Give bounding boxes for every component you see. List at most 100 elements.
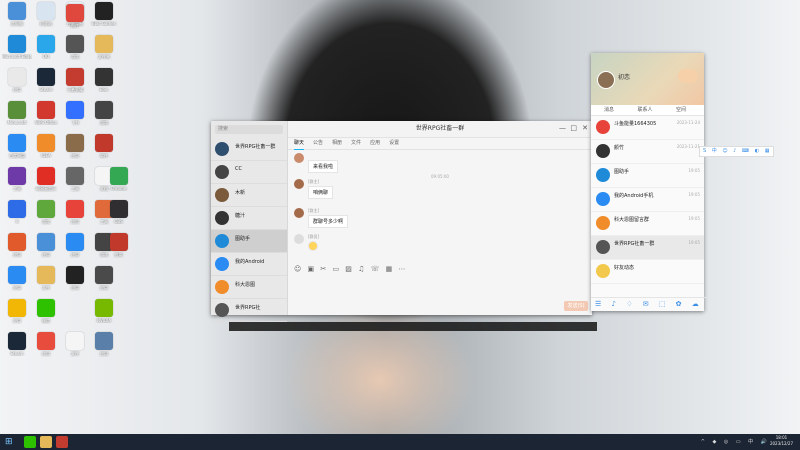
desktop-icon[interactable]: 应用: [89, 332, 119, 357]
desktop-icon[interactable]: 应用: [60, 134, 90, 159]
app-icon: [95, 2, 113, 20]
app-icon: [66, 200, 84, 218]
taskbar-clock[interactable]: 18:01 2023/12/27: [770, 435, 793, 447]
message-bubble[interactable]: 群聊号多少啊: [308, 215, 349, 228]
app-icon: [37, 200, 55, 218]
chat-session-item[interactable]: CC: [211, 161, 287, 184]
message-bubble[interactable]: 咱俩聊: [308, 186, 334, 199]
app-icon: [66, 101, 84, 119]
desktop-icon[interactable]: Steam: [2, 332, 32, 356]
chat-session-item[interactable]: 糖汁: [211, 207, 287, 230]
desktop-icon[interactable]: 文件: [60, 332, 90, 357]
close-icon[interactable]: ✕: [582, 124, 588, 132]
chat-tab[interactable]: 相册: [332, 138, 342, 149]
qq-tab[interactable]: 消息: [591, 105, 627, 115]
desktop-icon[interactable]: 应用: [2, 233, 32, 258]
qq-conversation-item[interactable]: 科大恩图留言群 19:05: [591, 212, 704, 236]
system-tray[interactable]: ^ ◆ ◎ ▭ 中 🔊: [701, 438, 770, 445]
desktop-icon[interactable]: Steam: [31, 68, 61, 92]
qq-conversation-item[interactable]: 斗鱼能量1664305 2023-11-24: [591, 116, 704, 140]
app-icon: [8, 266, 26, 284]
desktop-icon[interactable]: 应用: [31, 332, 61, 357]
qq-conversation-item[interactable]: 图助手 19:05: [591, 164, 704, 188]
chat-tab[interactable]: 公告: [313, 138, 323, 149]
desktop-icon-label: 文件: [71, 351, 79, 356]
qq-tab[interactable]: 联系人: [627, 105, 663, 115]
desktop-icon[interactable]: WPS Office: [31, 101, 61, 125]
avatar: [596, 192, 610, 206]
desktop-icon[interactable]: 应用: [31, 233, 61, 258]
qq-conversation-item[interactable]: 颜竹 2023-11-21: [591, 140, 704, 164]
message-bubble[interactable]: 来看我啦: [308, 160, 339, 173]
desktop-icon[interactable]: 工具: [60, 167, 90, 192]
desktop-icon[interactable]: 图片: [60, 3, 90, 29]
qq-app-icon[interactable]: [24, 436, 36, 448]
desktop-icon[interactable]: 网易云音乐: [31, 167, 61, 192]
desktop-icon[interactable]: 文件夹: [89, 35, 119, 60]
avatar: [596, 216, 610, 230]
desktop-icon[interactable]: 应用: [60, 233, 90, 258]
desktop-icon[interactable]: Microsoft Edge: [2, 35, 32, 59]
desktop-icon[interactable]: 飞书: [60, 101, 90, 126]
chat-search-input[interactable]: 搜索: [215, 125, 283, 134]
desktop-icon[interactable]: 应用: [60, 200, 90, 225]
desktop-icon[interactable]: 应用: [104, 233, 134, 258]
desktop-icon[interactable]: 应用: [2, 299, 32, 324]
chat-tab[interactable]: 设置: [389, 138, 399, 149]
file-explorer-icon[interactable]: [40, 436, 52, 448]
qq-conversation-item[interactable]: 我的Android手机 19:05: [591, 188, 704, 212]
qq-conversation-item[interactable]: 好友动态: [591, 260, 704, 284]
message-sender: [群员]: [308, 234, 320, 239]
desktop-icon[interactable]: Epic Games: [89, 2, 119, 26]
app-icon: [95, 101, 113, 119]
desktop-icon[interactable]: 游戏: [31, 200, 61, 225]
desktop-icon[interactable]: 应用: [89, 266, 119, 291]
chat-session-item[interactable]: 科大恩图: [211, 276, 287, 299]
chat-tab[interactable]: 聊天: [294, 138, 305, 150]
send-button[interactable]: 发送(S): [564, 301, 588, 311]
other-app-icon[interactable]: [56, 436, 68, 448]
chat-session-item[interactable]: 我的Android: [211, 253, 287, 276]
desktop-icon[interactable]: 微信: [31, 299, 61, 324]
avatar[interactable]: [597, 71, 615, 89]
sticker[interactable]: [308, 241, 318, 251]
avatar: [294, 234, 304, 244]
chat-tab[interactable]: 应用: [370, 138, 380, 149]
desktop-icon[interactable]: Chrome: [104, 167, 134, 191]
desktop-icon[interactable]: Minecraft: [2, 101, 32, 125]
desktop-icon[interactable]: X: [2, 200, 32, 224]
desktop-icon[interactable]: Epic: [89, 68, 119, 92]
windows-start-icon[interactable]: ⊞: [5, 437, 15, 447]
session-name: 我的Android: [235, 259, 265, 265]
desktop-icon[interactable]: 游戏: [60, 35, 90, 60]
qq-tab[interactable]: 空间: [663, 105, 699, 115]
desktop-icon[interactable]: 王者荣耀: [60, 68, 90, 93]
chat-tab[interactable]: 文件: [351, 138, 361, 149]
desktop-icon[interactable]: QQ: [31, 35, 61, 59]
desktop-icon[interactable]: NVIDIA: [89, 299, 119, 323]
app-icon: [37, 299, 55, 317]
desktop-icon[interactable]: OBS: [104, 200, 134, 224]
desktop-icon[interactable]: 百度网盘: [2, 134, 32, 159]
chat-session-item[interactable]: 木新: [211, 184, 287, 207]
maximize-icon[interactable]: □: [570, 124, 577, 132]
desktop-icon[interactable]: 应用: [2, 68, 32, 93]
qq-conversation-item[interactable]: 世界RPG社畜一群 19:05: [591, 236, 704, 260]
desktop-icon[interactable]: 软件: [89, 134, 119, 159]
desktop-icon[interactable]: 应用: [2, 266, 32, 291]
chat-session-item[interactable]: 世界RPG社畜一群: [211, 138, 287, 161]
desktop-icon[interactable]: 回收站: [31, 2, 61, 27]
app-icon: [37, 2, 55, 20]
app-icon: [66, 233, 84, 251]
desktop-icon[interactable]: 游戏: [89, 101, 119, 126]
desktop-icon[interactable]: 此电脑: [2, 2, 32, 27]
desktop-icon[interactable]: IDEA: [31, 134, 61, 158]
minimize-icon[interactable]: —: [559, 124, 566, 132]
ime-toolbar[interactable]: S 中 ☺ ♪ ⌨ ◐ ▦: [699, 146, 774, 157]
desktop-icon[interactable]: 工具: [2, 167, 32, 192]
session-name: 糖汁: [235, 213, 246, 219]
chat-session-item[interactable]: 图助手: [211, 230, 287, 253]
desktop-icon[interactable]: 文件: [31, 266, 61, 291]
chat-session-item[interactable]: 世界RPG社: [211, 299, 287, 322]
desktop-icon[interactable]: 应用: [60, 266, 90, 291]
